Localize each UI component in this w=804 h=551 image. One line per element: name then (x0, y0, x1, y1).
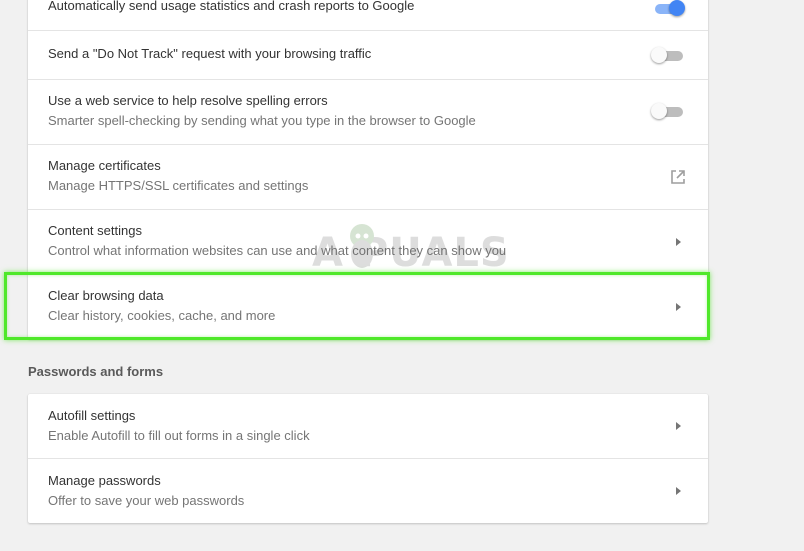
open-in-new-icon[interactable] (669, 168, 687, 186)
autofill-row[interactable]: Autofill settings Enable Autofill to fil… (28, 394, 708, 458)
certificates-sublabel: Manage HTTPS/SSL certificates and settin… (48, 178, 309, 193)
passwords-forms-card: Autofill settings Enable Autofill to fil… (28, 394, 708, 523)
autofill-sublabel: Enable Autofill to fill out forms in a s… (48, 428, 310, 443)
usage-stats-toggle[interactable] (651, 0, 685, 16)
spelling-toggle[interactable] (651, 103, 685, 119)
chevron-right-icon[interactable] (672, 485, 684, 497)
manage-passwords-row[interactable]: Manage passwords Offer to save your web … (28, 458, 708, 523)
manage-passwords-label: Manage passwords (48, 473, 161, 488)
clear-browsing-sublabel: Clear history, cookies, cache, and more (48, 308, 276, 323)
toggle-thumb (651, 103, 667, 119)
toggle-thumb (669, 0, 685, 16)
content-settings-label: Content settings (48, 223, 142, 238)
do-not-track-toggle[interactable] (651, 47, 685, 63)
content-settings-row[interactable]: Content settings Control what informatio… (28, 209, 708, 274)
spelling-label: Use a web service to help resolve spelli… (48, 93, 328, 108)
spelling-row[interactable]: Use a web service to help resolve spelli… (28, 79, 708, 144)
manage-passwords-sublabel: Offer to save your web passwords (48, 493, 245, 508)
certificates-label: Manage certificates (48, 158, 161, 173)
autofill-label: Autofill settings (48, 408, 136, 423)
passwords-forms-heading: Passwords and forms (28, 364, 164, 379)
usage-stats-label: Automatically send usage statistics and … (48, 0, 415, 13)
do-not-track-row[interactable]: Send a "Do Not Track" request with your … (28, 30, 708, 79)
chevron-right-icon[interactable] (672, 301, 684, 313)
privacy-card: Automatically send usage statistics and … (28, 0, 708, 339)
do-not-track-label: Send a "Do Not Track" request with your … (48, 46, 372, 61)
clear-browsing-row[interactable]: Clear browsing data Clear history, cooki… (28, 274, 708, 339)
spelling-sublabel: Smarter spell-checking by sending what y… (48, 113, 476, 128)
clear-browsing-label: Clear browsing data (48, 288, 164, 303)
certificates-row[interactable]: Manage certificates Manage HTTPS/SSL cer… (28, 144, 708, 209)
content-settings-sublabel: Control what information websites can us… (48, 243, 507, 258)
toggle-thumb (651, 47, 667, 63)
chevron-right-icon[interactable] (672, 236, 684, 248)
chevron-right-icon[interactable] (672, 420, 684, 432)
usage-stats-row[interactable]: Automatically send usage statistics and … (28, 0, 708, 30)
